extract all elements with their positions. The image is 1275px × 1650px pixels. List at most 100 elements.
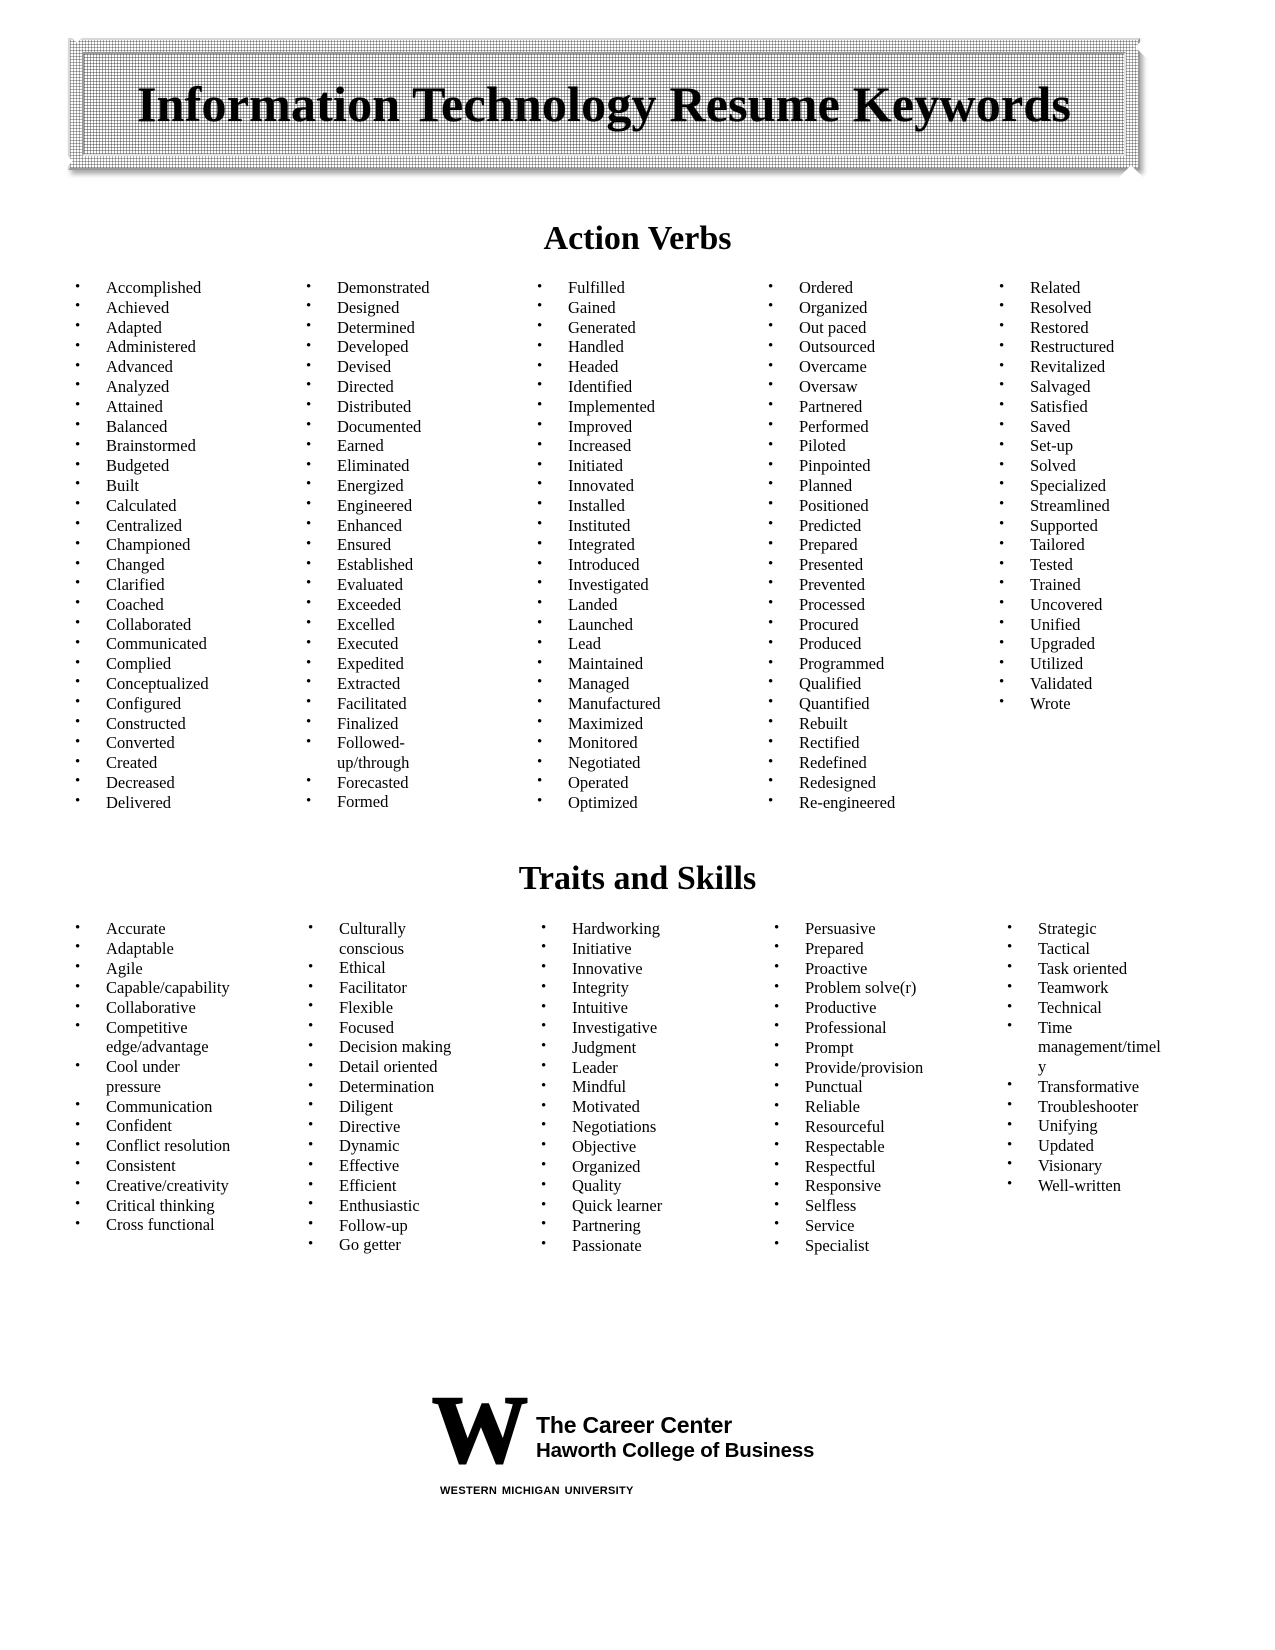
keyword-item: Achieved	[68, 297, 299, 318]
keyword-item: Flexible	[301, 997, 534, 1018]
banner-inner-frame: Information Technology Resume Keywords	[82, 52, 1126, 156]
keyword-item: Attained	[68, 396, 299, 417]
keyword-item: Documented	[299, 416, 530, 437]
keyword-list: RelatedResolvedRestoredRestructuredRevit…	[992, 278, 1223, 713]
keyword-item: Saved	[992, 416, 1223, 437]
keyword-item: Decreased	[68, 772, 299, 793]
career-center-label: The Career Center	[536, 1411, 733, 1438]
keyword-list: FulfilledGainedGeneratedHandledHeadedIde…	[530, 278, 761, 812]
keyword-item: Culturally conscious	[301, 919, 534, 958]
keyword-item: Creative/creativity	[68, 1175, 301, 1196]
logo-row: W The Career Center Haworth College of B…	[431, 1376, 852, 1483]
keyword-item: Time management/timel y	[1000, 1017, 1233, 1077]
keyword-item: Distributed	[299, 396, 530, 417]
keyword-item: Landed	[530, 594, 761, 615]
keyword-item: Pinpointed	[761, 456, 992, 476]
keyword-item: Resourceful	[767, 1116, 1000, 1137]
action-verbs-column-3: FulfilledGainedGeneratedHandledHeadedIde…	[530, 278, 761, 813]
keyword-item: Headed	[530, 357, 761, 377]
keyword-item: Accurate	[68, 919, 301, 939]
keyword-item: Passionate	[534, 1235, 767, 1256]
keyword-item: Hardworking	[534, 919, 767, 939]
keyword-item: Organized	[761, 297, 992, 318]
keyword-item: Coached	[68, 594, 299, 615]
keyword-item: Judgment	[534, 1037, 767, 1058]
keyword-item: Instituted	[530, 515, 761, 536]
keyword-item: Responsive	[767, 1176, 1000, 1196]
keyword-item: Manufactured	[530, 693, 761, 714]
keyword-item: Out paced	[761, 317, 992, 338]
keyword-item: Enhanced	[299, 515, 530, 536]
keyword-item: Overcame	[761, 357, 992, 377]
keyword-item: Partnering	[534, 1215, 767, 1236]
action-verbs-column-5: RelatedResolvedRestoredRestructuredRevit…	[992, 278, 1223, 813]
keyword-item: Streamlined	[992, 495, 1223, 516]
wmu-w-mark-icon: W	[431, 1376, 529, 1483]
keyword-list: OrderedOrganizedOut pacedOutsourcedOverc…	[761, 278, 992, 812]
keyword-item: Teamwork	[1000, 978, 1233, 998]
keyword-item: Introduced	[530, 555, 761, 575]
keyword-item: Updated	[1000, 1136, 1233, 1156]
keyword-item: Rectified	[761, 733, 992, 753]
keyword-item: Followed- up/through	[299, 733, 530, 772]
keyword-item: Set-up	[992, 436, 1223, 456]
haworth-college-label: Haworth College of Business	[536, 1438, 815, 1462]
keyword-item: Adapted	[68, 317, 299, 338]
page-title: Information Technology Resume Keywords	[136, 76, 1072, 132]
keyword-list: HardworkingInitiativeInnovativeIntegrity…	[534, 919, 767, 1255]
keyword-item: Unifying	[1000, 1116, 1233, 1136]
keyword-list: AccomplishedAchievedAdaptedAdministered A…	[68, 278, 299, 812]
keyword-item: Collaborative	[68, 998, 301, 1018]
keyword-item: Eliminated	[299, 456, 530, 476]
keyword-item: Handled	[530, 337, 761, 357]
keyword-item: Executed	[299, 634, 530, 654]
keyword-item: Oversaw	[761, 376, 992, 397]
keyword-item: Upgraded	[992, 634, 1223, 654]
keyword-item: Launched	[530, 614, 761, 635]
keyword-item: Changed	[68, 555, 299, 575]
banner-bevel-top-right	[1135, 35, 1158, 59]
keyword-item: Agile	[68, 958, 301, 979]
keyword-item: Collaborated	[68, 614, 299, 635]
keyword-item: Cross functional	[68, 1215, 301, 1235]
keyword-item: Outsourced	[761, 337, 992, 357]
keyword-item: Communicated	[68, 634, 299, 654]
keyword-item: Gained	[530, 297, 761, 318]
keyword-item: Championed	[68, 535, 299, 555]
keyword-item: Specialized	[992, 475, 1223, 496]
keyword-item: Strategic	[1000, 919, 1233, 939]
keyword-item: Ensured	[299, 535, 530, 555]
action-verbs-column-1: AccomplishedAchievedAdaptedAdministered A…	[68, 278, 299, 813]
keyword-item: Prepared	[761, 535, 992, 555]
keyword-item: Professional	[767, 1017, 1000, 1038]
keyword-item: Budgeted	[68, 456, 299, 476]
action-verbs-columns: AccomplishedAchievedAdaptedAdministered A…	[68, 278, 1223, 813]
keyword-item: Maintained	[530, 654, 761, 674]
keyword-item: Partnered	[761, 396, 992, 417]
keyword-item: Performed	[761, 416, 992, 437]
keyword-item: Service	[767, 1215, 1000, 1236]
keyword-item: Innovated	[530, 475, 761, 496]
keyword-item: Fulfilled	[530, 278, 761, 298]
keyword-item: Improved	[530, 416, 761, 437]
traits-column-2: Culturally consciousEthicalFacilitatorFl…	[301, 919, 534, 1256]
keyword-item: Prevented	[761, 574, 992, 595]
keyword-item: Predicted	[761, 515, 992, 536]
university-label: Western Michigan University	[440, 1480, 634, 1498]
keyword-item: Intuitive	[534, 998, 767, 1018]
keyword-item: Administered	[68, 337, 299, 357]
keyword-item: Planned	[761, 475, 992, 496]
keyword-item: Prepared	[767, 938, 1000, 959]
keyword-item: Implemented	[530, 396, 761, 417]
keyword-item: Created	[68, 753, 299, 773]
keyword-item: Diligent	[301, 1096, 534, 1117]
keyword-item: Excelled	[299, 614, 530, 635]
keyword-item: Provide/provision	[767, 1057, 1000, 1078]
keyword-item: Engineered	[299, 495, 530, 516]
keyword-item: Leader	[534, 1057, 767, 1078]
keyword-item: Proactive	[767, 958, 1000, 979]
keyword-item: Forecasted	[299, 772, 530, 793]
keyword-item: Accomplished	[68, 278, 299, 298]
keyword-item: Brainstormed	[68, 436, 299, 456]
keyword-item: Innovative	[534, 958, 767, 979]
